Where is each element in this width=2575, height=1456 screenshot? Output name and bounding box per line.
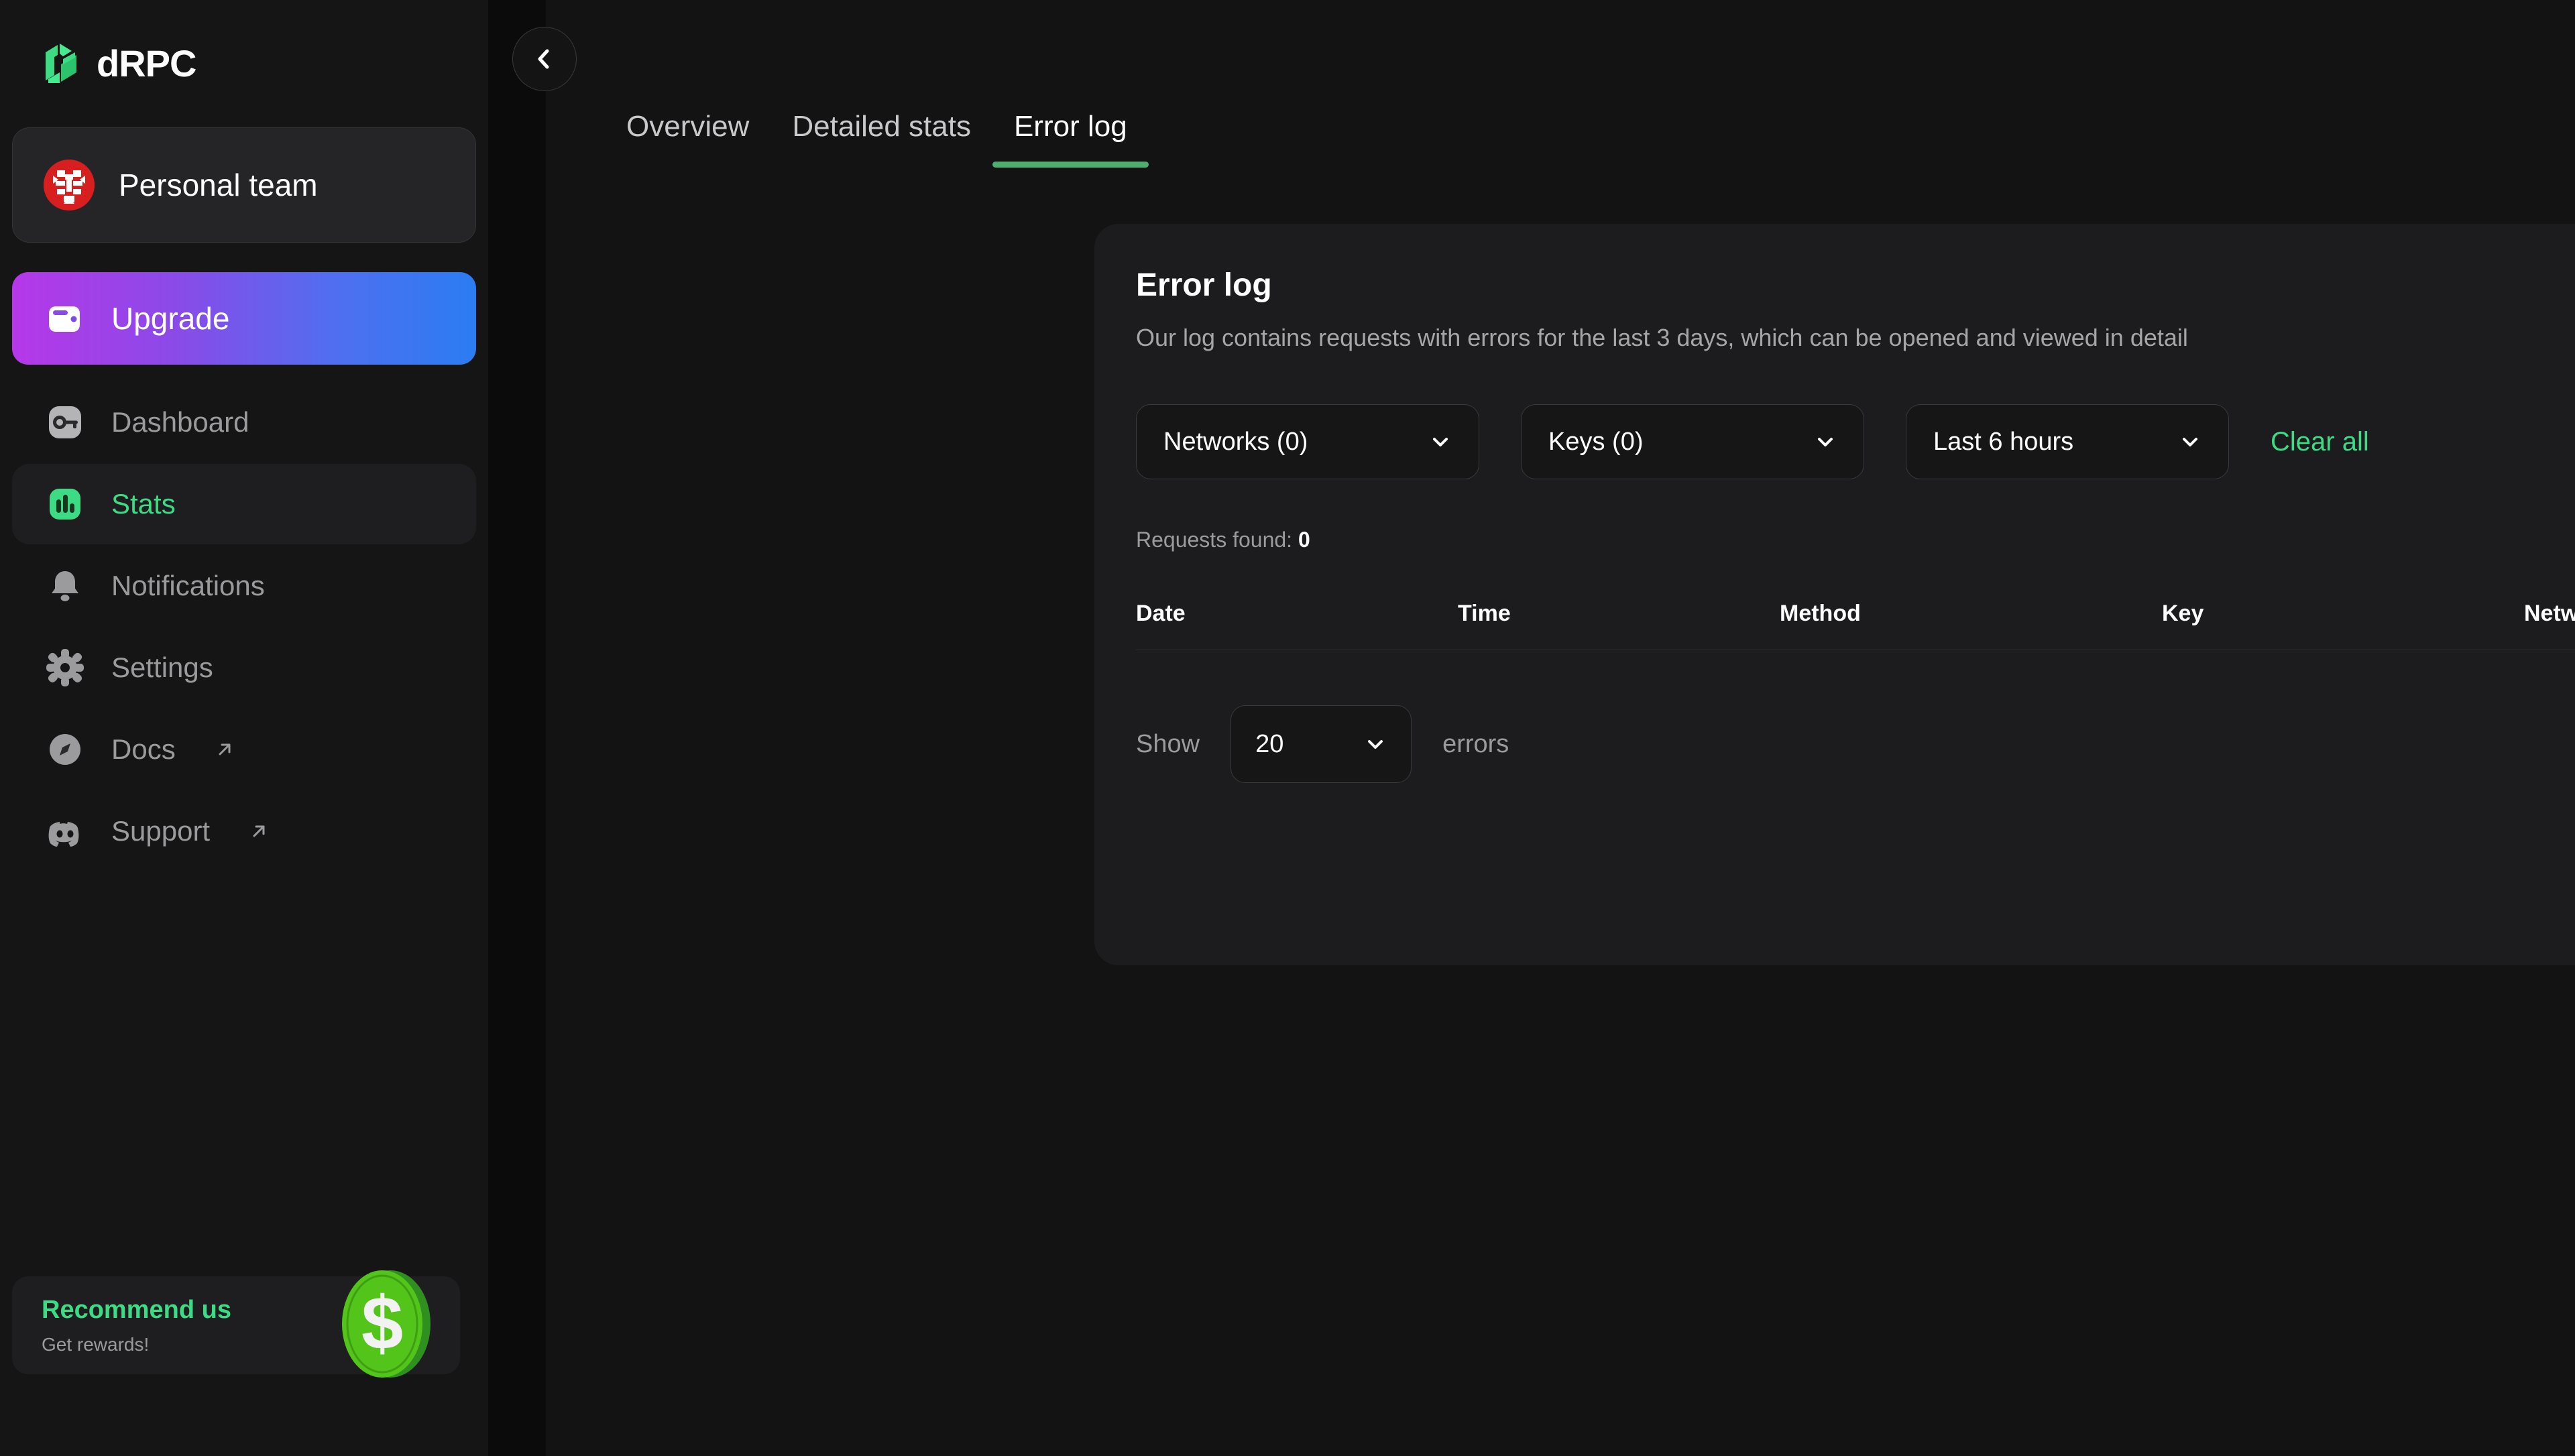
chevron-down-icon <box>1429 430 1452 453</box>
sidebar-item-upgrade[interactable]: Upgrade <box>12 272 476 365</box>
time-range-filter-select[interactable]: Last 6 hours <box>1906 404 2229 479</box>
wallet-icon <box>43 296 87 341</box>
team-switcher[interactable]: Personal team <box>12 127 476 243</box>
filter-bar: Networks (0) Keys (0) Last 6 hours Clear… <box>1136 404 2575 479</box>
recommend-subtitle: Get rewards! <box>42 1333 150 1355</box>
bell-icon <box>43 564 87 608</box>
sidebar-item-support[interactable]: Support <box>12 791 476 871</box>
error-log-table: Date Time Method Key Network <box>1136 601 2575 650</box>
tab-bar: Overview Detailed stats Error log <box>546 0 2575 168</box>
dollar-coin-icon: $ <box>321 1260 448 1388</box>
main-content: Overview Detailed stats Error log Error … <box>512 0 2575 1456</box>
key-icon <box>43 400 87 444</box>
sidebar-item-label: Upgrade <box>111 301 230 336</box>
page-size-value: 20 <box>1255 729 1284 758</box>
keys-filter-value: Keys (0) <box>1548 427 1644 456</box>
chevron-down-icon <box>1364 733 1387 755</box>
discord-icon <box>43 809 87 853</box>
sidebar-item-label: Dashboard <box>111 406 249 438</box>
drpc-cube-logo-icon <box>39 39 83 88</box>
sidebar-item-notifications[interactable]: Notifications <box>12 546 476 626</box>
team-name: Personal team <box>119 168 318 202</box>
chevron-down-icon <box>2179 430 2201 453</box>
sidebar-nav: Upgrade Dashboard Stats Notifications Se… <box>12 272 476 871</box>
keys-filter-select[interactable]: Keys (0) <box>1521 404 1864 479</box>
page-description: Our log contains requests with errors fo… <box>1136 324 2188 351</box>
svg-text:$: $ <box>361 1281 403 1365</box>
recommend-text: Recommend us Get rewards! <box>12 1296 231 1355</box>
time-range-filter-value: Last 6 hours <box>1933 427 2074 456</box>
sidebar-item-label: Notifications <box>111 570 265 601</box>
tab-detailed-stats[interactable]: Detailed stats <box>770 110 992 168</box>
sidebar-divider <box>488 0 546 1456</box>
table-header-row: Date Time Method Key Network <box>1136 601 2575 650</box>
requests-found-value: 0 <box>1298 528 1310 552</box>
brand[interactable]: dRPC <box>12 0 476 127</box>
column-header-network: Network <box>2524 601 2575 626</box>
sidebar-item-stats[interactable]: Stats <box>12 464 476 544</box>
pagination-controls: Show 20 errors <box>1136 705 2575 783</box>
compass-icon <box>43 727 87 772</box>
brand-name: dRPC <box>97 42 196 84</box>
sidebar-item-docs[interactable]: Docs <box>12 709 476 790</box>
external-link-arrow-icon <box>215 739 235 760</box>
column-header-key: Key <box>2162 601 2204 626</box>
show-label: Show <box>1136 729 1200 758</box>
sidebar: dRPC Personal team Upgrade Dashboard Sta… <box>0 0 488 1456</box>
requests-found-status: Requests found: 0 <box>1136 528 2575 552</box>
networks-filter-select[interactable]: Networks (0) <box>1136 404 1479 479</box>
recommend-title: Recommend us <box>42 1295 231 1324</box>
external-link-arrow-icon <box>249 821 269 841</box>
requests-found-label: Requests found: <box>1136 528 1293 552</box>
bar-chart-icon <box>43 482 87 526</box>
column-header-time: Time <box>1458 601 1511 626</box>
sidebar-item-label: Settings <box>111 652 213 683</box>
sidebar-item-label: Support <box>111 815 211 847</box>
tab-error-log[interactable]: Error log <box>992 110 1149 168</box>
column-header-method: Method <box>1780 601 1861 626</box>
tab-overview[interactable]: Overview <box>605 110 770 168</box>
app-root: dRPC Personal team Upgrade Dashboard Sta… <box>0 0 2575 1456</box>
clear-all-button[interactable]: Clear all <box>2271 427 2369 457</box>
errors-suffix-label: errors <box>1442 729 1509 758</box>
error-log-card: Error log Our log contains requests with… <box>1094 224 2575 965</box>
collapse-sidebar-button[interactable] <box>512 27 577 91</box>
column-header-date: Date <box>1136 601 1186 626</box>
sidebar-item-label: Docs <box>111 733 176 765</box>
recommend-us-banner[interactable]: Recommend us Get rewards! $ <box>12 1270 460 1378</box>
sidebar-item-label: Stats <box>111 488 176 520</box>
sidebar-item-dashboard[interactable]: Dashboard <box>12 382 476 463</box>
chevron-left-icon <box>531 46 558 72</box>
networks-filter-value: Networks (0) <box>1163 427 1308 456</box>
team-avatar <box>44 160 95 210</box>
sidebar-item-settings[interactable]: Settings <box>12 627 476 708</box>
chevron-down-icon <box>1814 430 1837 453</box>
gear-icon <box>43 646 87 690</box>
page-size-select[interactable]: 20 <box>1231 705 1412 783</box>
page-title: Error log <box>1136 267 1272 303</box>
